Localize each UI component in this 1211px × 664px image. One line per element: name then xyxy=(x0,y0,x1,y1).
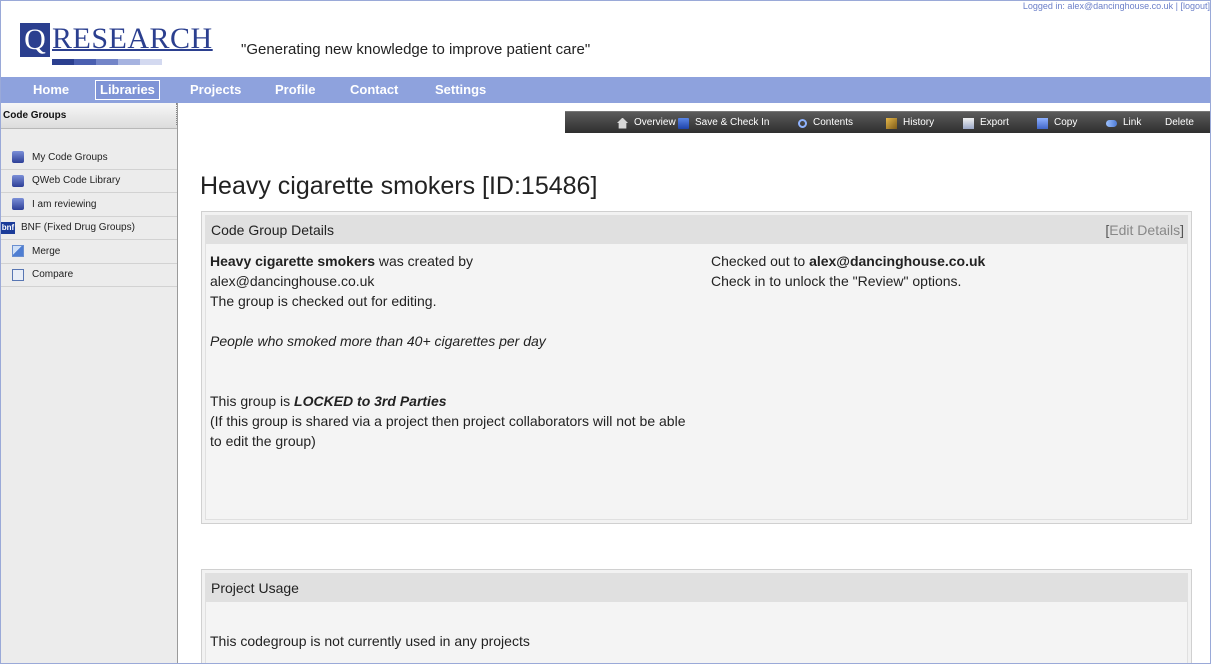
sidebar-title: Code Groups xyxy=(1,103,177,129)
export-button[interactable]: Export xyxy=(963,112,1009,134)
contents-button[interactable]: Contents xyxy=(798,112,853,134)
nav-home[interactable]: Home xyxy=(29,80,73,100)
lock-note: (If this group is shared via a project t… xyxy=(210,413,686,449)
panel-body: Project Usage This codegroup is not curr… xyxy=(205,573,1188,663)
details-left-column: Heavy cigarette smokers was created by a… xyxy=(210,251,690,451)
page-title: Heavy cigarette smokers [ID:15486] xyxy=(200,172,598,200)
code-group-details-panel: Code Group Details [Edit Details] Heavy … xyxy=(201,211,1192,524)
logo-word: RESEARCH xyxy=(52,22,213,55)
logo-bar xyxy=(52,59,74,65)
login-text[interactable]: Logged in: alex@dancinghouse.co.uk | [lo… xyxy=(1023,1,1210,11)
sidebar-item-i-am-reviewing[interactable]: I am reviewing xyxy=(1,193,177,217)
magnifier-icon xyxy=(798,118,807,128)
main-nav: Home Libraries Projects Profile Contact … xyxy=(1,77,1210,103)
panel-header: Project Usage xyxy=(206,574,1187,602)
copy-label: Copy xyxy=(1054,117,1078,128)
nav-projects[interactable]: Projects xyxy=(186,80,245,100)
resize-grip[interactable] xyxy=(176,103,179,125)
lock-status: LOCKED to 3rd Parties xyxy=(294,393,447,409)
logo-q: Q xyxy=(20,23,50,57)
export-label: Export xyxy=(980,117,1009,128)
sidebar-item-my-code-groups[interactable]: My Code Groups xyxy=(1,146,177,170)
nav-profile[interactable]: Profile xyxy=(271,80,319,100)
logo-bar xyxy=(140,59,162,65)
link-icon xyxy=(1106,119,1117,127)
sidebar-item-bnf[interactable]: bnf BNF (Fixed Drug Groups) xyxy=(1,217,177,240)
panel-body: Code Group Details [Edit Details] Heavy … xyxy=(205,215,1188,520)
copy-button[interactable]: Copy xyxy=(1037,112,1077,134)
action-toolbar: Overview Save & Check In Contents Histor… xyxy=(565,111,1210,134)
sidebar-item-label: Compare xyxy=(32,269,74,281)
merge-icon xyxy=(12,245,24,258)
history-button[interactable]: History xyxy=(886,112,934,134)
export-icon xyxy=(963,117,974,129)
bnf-icon: bnf xyxy=(1,221,15,234)
created-line: Heavy cigarette smokers was created by xyxy=(210,251,690,271)
login-info[interactable]: Logged in: alex@dancinghouse.co.uk | [lo… xyxy=(1023,1,1210,11)
header: Q RESEARCH "Generating new knowledge to … xyxy=(1,1,1210,77)
link-button[interactable]: Link xyxy=(1106,112,1141,134)
database-icon xyxy=(12,151,24,164)
panel-title: Project Usage xyxy=(211,580,299,596)
qresearch-logo[interactable]: Q RESEARCH xyxy=(20,21,213,67)
tagline: "Generating new knowledge to improve pat… xyxy=(241,41,591,58)
home-icon xyxy=(617,117,628,129)
panel-header: Code Group Details [Edit Details] xyxy=(206,216,1187,244)
checked-out-to-prefix: Checked out to xyxy=(711,253,810,269)
sidebar-item-compare[interactable]: Compare xyxy=(1,264,177,287)
logo-bar xyxy=(96,59,118,65)
checked-out-to-user: alex@dancinghouse.co.uk xyxy=(809,253,986,269)
overview-button[interactable]: Overview xyxy=(617,112,676,134)
sidebar-item-label: My Code Groups xyxy=(32,151,108,163)
project-usage-panel: Project Usage This codegroup is not curr… xyxy=(201,569,1192,663)
logo-bar xyxy=(74,59,96,65)
compare-icon xyxy=(12,268,24,281)
edit-details-link[interactable]: [Edit Details] xyxy=(1105,222,1184,238)
sidebar-item-label: Merge xyxy=(32,245,61,257)
sidebar-item-label: I am reviewing xyxy=(32,198,97,210)
history-icon xyxy=(886,117,897,129)
bracket: ] xyxy=(1180,222,1184,238)
sidebar-item-label: QWeb Code Library xyxy=(32,175,121,187)
logo-bar xyxy=(118,59,140,65)
sidebar-item-merge[interactable]: Merge xyxy=(1,240,177,264)
nav-libraries[interactable]: Libraries xyxy=(95,80,160,100)
database-icon xyxy=(12,198,24,211)
creator: alex@dancinghouse.co.uk xyxy=(210,273,375,289)
nav-contact[interactable]: Contact xyxy=(346,80,402,100)
created-by-text: was created by xyxy=(375,253,474,269)
save-check-in-button[interactable]: Save & Check In xyxy=(678,112,769,134)
copy-icon xyxy=(1037,117,1048,129)
delete-button[interactable]: Delete xyxy=(1165,112,1194,134)
link-label: Link xyxy=(1123,117,1142,128)
checked-out-status: The group is checked out for editing. xyxy=(210,293,437,309)
sidebar-item-label: BNF (Fixed Drug Groups) xyxy=(21,222,135,234)
edit-details-label: Edit Details xyxy=(1109,222,1181,238)
group-name: Heavy cigarette smokers xyxy=(210,253,375,269)
save-check-in-label: Save & Check In xyxy=(695,117,770,128)
lock-line: This group is LOCKED to 3rd Parties xyxy=(210,391,690,411)
group-description: People who smoked more than 40+ cigarett… xyxy=(210,333,546,349)
contents-label: Contents xyxy=(813,117,854,128)
lock-prefix: This group is xyxy=(210,393,295,409)
sidebar-list: My Code Groups QWeb Code Library I am re… xyxy=(1,146,177,287)
overview-label: Overview xyxy=(634,117,676,128)
details-right-column: Checked out to alex@dancinghouse.co.uk C… xyxy=(711,251,1191,291)
save-icon xyxy=(678,117,689,129)
sidebar-item-qweb-code-library[interactable]: QWeb Code Library xyxy=(1,170,177,193)
sidebar: Code Groups My Code Groups QWeb Code Lib… xyxy=(1,103,179,663)
delete-label: Delete xyxy=(1165,117,1194,128)
panel-title: Code Group Details xyxy=(211,222,334,238)
project-usage-text: This codegroup is not currently used in … xyxy=(210,633,530,649)
nav-settings[interactable]: Settings xyxy=(431,80,490,100)
checked-out-to-line: Checked out to alex@dancinghouse.co.uk xyxy=(711,251,1191,271)
review-hint: Check in to unlock the "Review" options. xyxy=(711,273,962,289)
app-window: Q RESEARCH "Generating new knowledge to … xyxy=(0,0,1211,664)
database-icon xyxy=(12,174,24,187)
history-label: History xyxy=(903,117,935,128)
